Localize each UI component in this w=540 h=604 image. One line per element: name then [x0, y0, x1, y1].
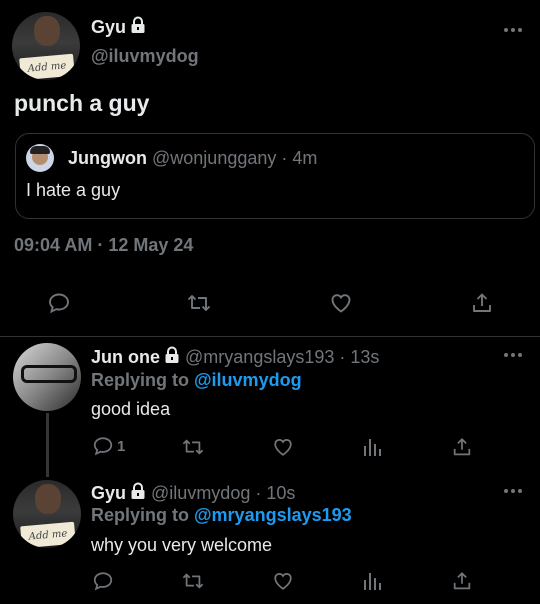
share-icon[interactable]: [470, 291, 494, 315]
reply1-time: · 13s: [339, 347, 380, 367]
more-icon[interactable]: [502, 487, 524, 495]
lock-icon: [164, 346, 180, 369]
replying-to-link[interactable]: @mryangslays193: [194, 505, 352, 525]
reply-icon[interactable]: [92, 570, 114, 592]
quoted-avatar-hair: [30, 146, 50, 154]
quoted-avatar: [26, 144, 54, 172]
reply1-header: Jun one @mryangslays193 · 13s: [91, 346, 379, 369]
replying-prefix: Replying to: [91, 370, 194, 390]
divider: [0, 336, 540, 337]
thread-line: [46, 413, 49, 477]
quoted-text: I hate a guy: [26, 180, 121, 200]
quoted-handle: @wonjunggany: [152, 148, 277, 168]
reply2-avatar[interactable]: Add me: [13, 480, 81, 548]
main-handle[interactable]: @iluvmydog: [91, 46, 199, 67]
quoted-tweet[interactable]: Jungwon @wonjunggany · 4m I hate a guy: [15, 133, 535, 219]
more-icon[interactable]: [502, 351, 524, 359]
reply-icon: [92, 435, 114, 457]
reply-icon[interactable]: [47, 291, 71, 315]
reply2-replying-to: Replying to @mryangslays193: [91, 505, 352, 526]
main-timestamp: 09:04 AM · 12 May 24: [14, 235, 194, 255]
lock-icon: [130, 482, 146, 505]
reply2-display-name[interactable]: Gyu: [91, 483, 126, 503]
reply1-reply-button[interactable]: 1: [92, 435, 125, 457]
like-icon[interactable]: [272, 436, 294, 458]
avatar-face: [34, 16, 60, 46]
reply-count: 1: [117, 437, 126, 455]
share-icon[interactable]: [451, 436, 473, 458]
quoted-header: Jungwon @wonjunggany · 4m: [68, 148, 317, 169]
replying-prefix: Replying to: [91, 505, 194, 525]
like-icon[interactable]: [272, 570, 294, 592]
main-tweet-text: punch a guy: [14, 90, 150, 116]
share-icon[interactable]: [451, 570, 473, 592]
main-avatar[interactable]: Add me: [12, 12, 80, 80]
analytics-icon[interactable]: [361, 436, 383, 458]
main-author[interactable]: Gyu: [91, 16, 146, 39]
reply2-header: Gyu @iluvmydog · 10s: [91, 482, 295, 505]
avatar-caption: Add me: [20, 521, 76, 548]
lock-icon: [130, 16, 146, 39]
more-icon[interactable]: [502, 26, 524, 34]
main-display-name: Gyu: [91, 17, 127, 37]
replying-to-link[interactable]: @iluvmydog: [194, 370, 302, 390]
glasses-shape: [21, 365, 77, 383]
like-icon[interactable]: [329, 291, 353, 315]
analytics-icon[interactable]: [361, 570, 383, 592]
reply1-replying-to: Replying to @iluvmydog: [91, 370, 302, 391]
retweet-icon[interactable]: [186, 291, 212, 315]
quoted-display-name: Jungwon: [68, 148, 147, 168]
reply2-time: · 10s: [255, 483, 296, 503]
reply1-display-name[interactable]: Jun one: [91, 347, 160, 367]
reply2-text: why you very welcome: [91, 535, 273, 555]
avatar-caption: Add me: [19, 53, 75, 80]
reply1-avatar[interactable]: [13, 343, 81, 411]
reply2-handle[interactable]: @iluvmydog: [151, 483, 250, 503]
quoted-time: · 4m: [281, 148, 318, 168]
retweet-icon[interactable]: [181, 436, 205, 458]
avatar-face: [35, 484, 61, 514]
retweet-icon[interactable]: [181, 570, 205, 592]
reply1-handle[interactable]: @mryangslays193: [185, 347, 334, 367]
reply1-text: good idea: [91, 399, 171, 419]
